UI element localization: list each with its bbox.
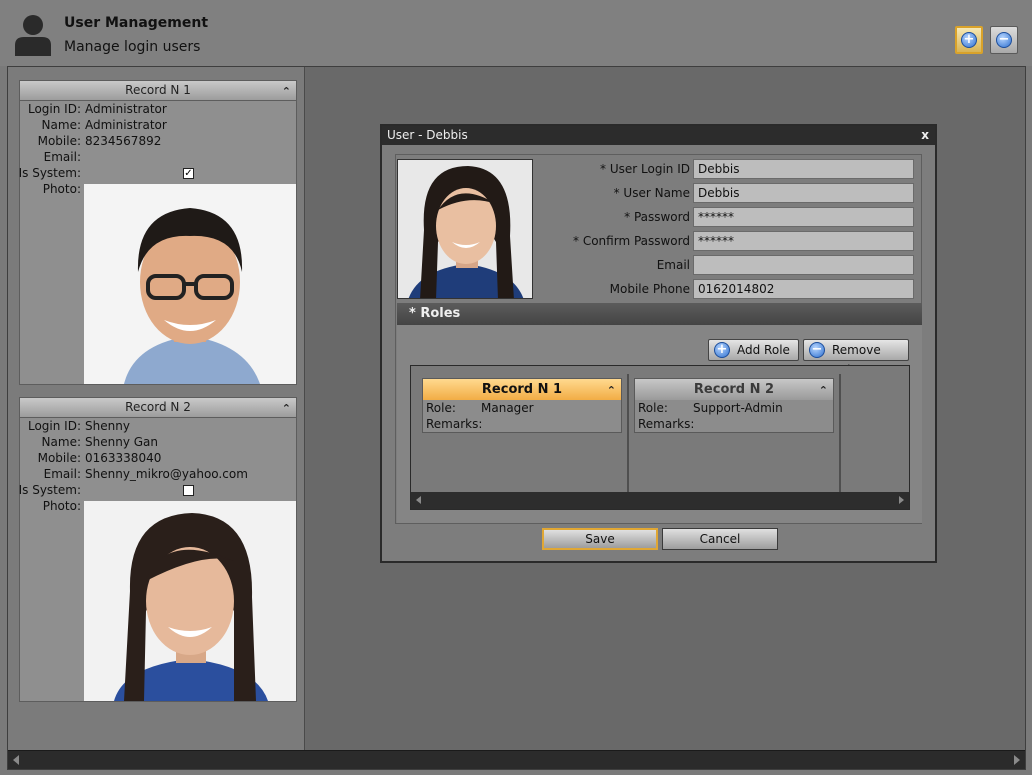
login-id-label: Login ID: — [27, 419, 81, 433]
record-title: Record N 2 — [125, 400, 191, 414]
record-header[interactable]: Record N 1 ⌃ — [20, 81, 296, 101]
email-value: Shenny_mikro@yahoo.com — [85, 467, 248, 481]
role-label: Role: — [426, 401, 456, 415]
scroll-left-icon[interactable] — [13, 755, 19, 765]
email-input[interactable] — [693, 255, 914, 275]
form-row: * Password ****** — [556, 207, 914, 227]
user-photo — [84, 184, 296, 384]
dialog-title: User - Debbis — [387, 128, 468, 142]
photo-label: Photo: — [42, 182, 81, 196]
is-system-label: Is System: — [18, 483, 81, 497]
login-id-value: Administrator — [85, 102, 167, 116]
add-user-button[interactable]: + — [955, 26, 983, 54]
mobile-value: 8234567892 — [85, 134, 162, 148]
role-record-card[interactable]: Record N 1 ⌃ Role: Manager Remarks: — [422, 378, 622, 433]
user-record-card[interactable]: Record N 1 ⌃ Login ID: Administrator Name… — [19, 80, 297, 385]
app-header: User Management Manage login users + − — [0, 0, 1032, 66]
record-title: Record N 1 — [125, 83, 191, 97]
name-label: Name: — [41, 118, 81, 132]
minus-circle-icon: − — [996, 32, 1012, 48]
collapse-icon[interactable]: ⌃ — [819, 380, 828, 401]
page-subtitle: Manage login users — [64, 39, 201, 55]
login-id-input[interactable]: Debbis — [693, 159, 914, 179]
horizontal-scrollbar[interactable] — [8, 750, 1025, 769]
role-record-title: Record N 1 — [481, 382, 563, 397]
role-record-header[interactable]: Record N 2 ⌃ — [635, 379, 833, 400]
role-label: Role: — [638, 401, 668, 415]
name-value: Administrator — [85, 118, 167, 132]
email-label: Email — [656, 258, 690, 272]
user-dialog[interactable]: User - Debbis x * User Login ID Debbis *… — [380, 124, 937, 563]
email-label: Email: — [43, 467, 81, 481]
roles-grid[interactable]: Record N 1 ⌃ Role: Manager Remarks: Recor… — [410, 365, 910, 510]
remarks-label: Remarks: — [638, 417, 695, 431]
scroll-right-icon[interactable] — [1014, 755, 1020, 765]
mobile-phone-input[interactable]: 0162014802 — [693, 279, 914, 299]
mobile-value: 0163338040 — [85, 451, 162, 465]
plus-circle-icon: + — [961, 32, 977, 48]
user-name-label: * User Name — [613, 186, 690, 200]
remarks-label: Remarks: — [426, 417, 483, 431]
page-title: User Management — [64, 15, 209, 31]
is-system-label: Is System: — [18, 166, 81, 180]
collapse-icon[interactable]: ⌃ — [282, 399, 291, 418]
dialog-body: * User Login ID Debbis * User Name Debbi… — [395, 154, 922, 524]
close-icon[interactable]: x — [921, 126, 929, 145]
login-id-label: * User Login ID — [600, 162, 690, 176]
password-label: * Password — [624, 210, 690, 224]
is-system-checkbox[interactable] — [183, 485, 194, 496]
minus-circle-icon: − — [809, 342, 825, 358]
role-value: Manager — [481, 401, 534, 415]
form-row: * User Login ID Debbis — [556, 159, 914, 179]
form-row: Mobile Phone 0162014802 — [556, 279, 914, 299]
scroll-left-icon[interactable] — [416, 496, 421, 504]
add-role-button[interactable]: + Add Role — [708, 339, 799, 361]
is-system-checkbox[interactable]: ✓ — [183, 168, 194, 179]
role-record-card[interactable]: Record N 2 ⌃ Role: Support-Admin Remarks: — [634, 378, 834, 433]
login-id-label: Login ID: — [27, 102, 81, 116]
remove-user-button[interactable]: − — [990, 26, 1018, 54]
user-photo[interactable] — [397, 159, 533, 299]
form-row: Email — [556, 255, 914, 275]
plus-circle-icon: + — [714, 342, 730, 358]
role-record-header[interactable]: Record N 1 ⌃ — [423, 379, 621, 400]
user-list-pane[interactable]: Record N 1 ⌃ Login ID: Administrator Name… — [8, 67, 305, 750]
collapse-icon[interactable]: ⌃ — [607, 380, 616, 401]
column-separator — [839, 374, 841, 492]
name-label: Name: — [41, 435, 81, 449]
roles-section: + Add Role − Remove Role Record N 1 ⌃ Ro… — [397, 325, 922, 523]
confirm-password-label: * Confirm Password — [573, 234, 690, 248]
record-header[interactable]: Record N 2 ⌃ — [20, 398, 296, 418]
email-label: Email: — [43, 150, 81, 164]
cancel-button[interactable]: Cancel — [662, 528, 778, 550]
password-input[interactable]: ****** — [693, 207, 914, 227]
role-record-title: Record N 2 — [693, 382, 775, 397]
dialog-title-bar[interactable]: User - Debbis x — [382, 126, 935, 145]
form-row: * Confirm Password ****** — [556, 231, 914, 251]
collapse-icon[interactable]: ⌃ — [282, 82, 291, 101]
confirm-password-input[interactable]: ****** — [693, 231, 914, 251]
user-icon — [15, 15, 51, 56]
user-photo — [84, 501, 296, 701]
scroll-right-icon[interactable] — [899, 496, 904, 504]
form-row: * User Name Debbis — [556, 183, 914, 203]
mobile-phone-label: Mobile Phone — [609, 282, 690, 296]
mobile-label: Mobile: — [37, 134, 81, 148]
roles-section-header: * Roles — [397, 303, 922, 325]
user-name-input[interactable]: Debbis — [693, 183, 914, 203]
photo-label: Photo: — [42, 499, 81, 513]
add-role-label: Add Role — [737, 343, 790, 357]
mobile-label: Mobile: — [37, 451, 81, 465]
save-button[interactable]: Save — [542, 528, 658, 550]
role-value: Support-Admin — [693, 401, 783, 415]
user-record-card[interactable]: Record N 2 ⌃ Login ID: Shenny Name: Shenny… — [19, 397, 297, 702]
login-id-value: Shenny — [85, 419, 130, 433]
roles-horizontal-scrollbar[interactable] — [411, 492, 909, 509]
column-separator — [627, 374, 629, 492]
remove-role-button[interactable]: − Remove Role — [803, 339, 909, 377]
name-value: Shenny Gan — [85, 435, 158, 449]
